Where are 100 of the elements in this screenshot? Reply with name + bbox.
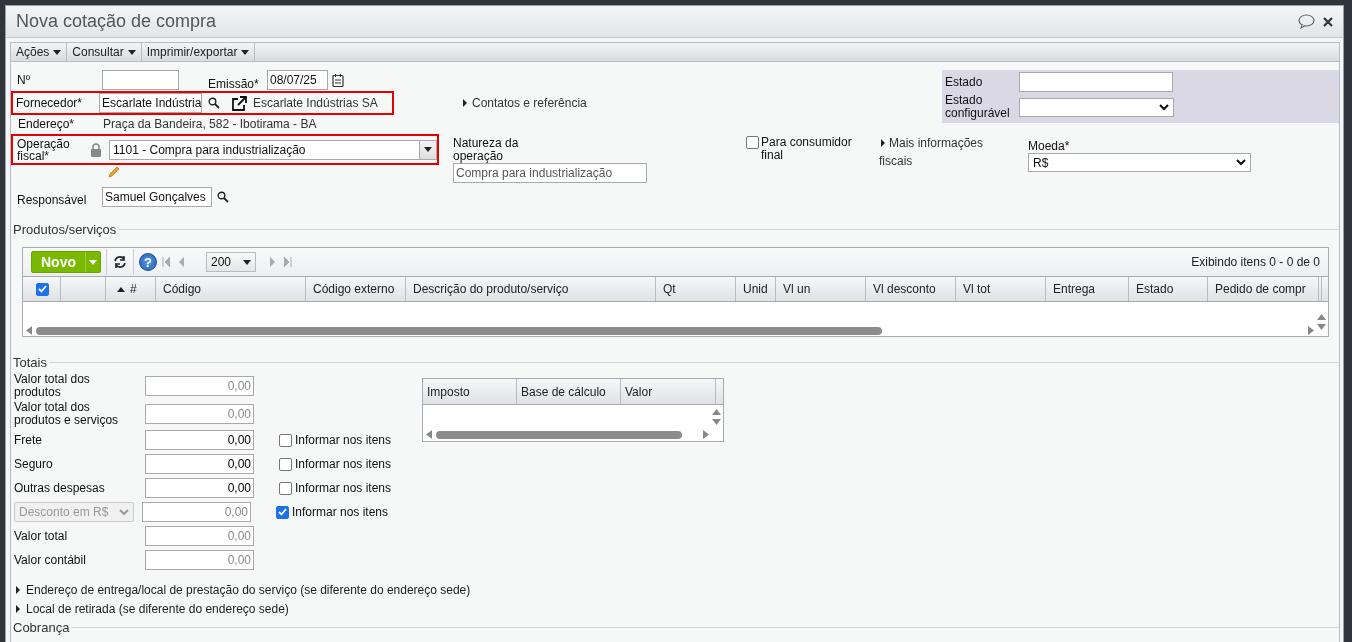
menu-button[interactable]: Imprimir/exportar bbox=[141, 43, 256, 61]
field-label: Estado configurável bbox=[945, 94, 1011, 120]
checkbox[interactable] bbox=[279, 433, 292, 447]
checkbox-label: Informar nos itens bbox=[295, 433, 392, 447]
previous-page-icon[interactable] bbox=[178, 257, 184, 267]
column-header[interactable]: Base de cálculo bbox=[517, 379, 621, 404]
column-header[interactable]: Valor bbox=[621, 379, 716, 404]
column-header[interactable]: Descrição do produto/serviço bbox=[406, 277, 656, 301]
supplier-field[interactable]: Escarlate Indústria bbox=[99, 93, 202, 113]
scroll-up-icon[interactable] bbox=[711, 409, 721, 415]
first-page-icon[interactable] bbox=[162, 257, 170, 267]
column-header[interactable]: Código bbox=[156, 277, 306, 301]
field-label: Natureza da operação bbox=[453, 137, 520, 163]
chevron-down-icon bbox=[119, 508, 129, 516]
search-icon[interactable] bbox=[217, 191, 229, 203]
number-field[interactable] bbox=[102, 70, 179, 90]
amount-field: 0,00 bbox=[145, 550, 254, 570]
column-header[interactable]: Entrega bbox=[1046, 277, 1129, 301]
column-header[interactable]: Estado bbox=[1129, 277, 1208, 301]
column-header[interactable]: Qt bbox=[656, 277, 736, 301]
page-size-dropdown[interactable]: 200 bbox=[206, 252, 257, 272]
field-label: Valor total dos produtos bbox=[13, 373, 91, 399]
amount-field[interactable]: 0,00 bbox=[145, 454, 254, 474]
field-label: Frete bbox=[13, 433, 43, 447]
calendar-icon[interactable] bbox=[332, 73, 344, 87]
column-header[interactable]: Unid bbox=[736, 277, 776, 301]
refresh-icon[interactable] bbox=[112, 255, 128, 269]
last-page-icon[interactable] bbox=[284, 257, 293, 267]
supplier-name: Escarlate Indústrias SA bbox=[253, 96, 378, 110]
more-info-link[interactable]: Mais informações fiscais bbox=[879, 134, 1004, 170]
checkbox[interactable] bbox=[746, 136, 759, 149]
checkbox-label: Informar nos itens bbox=[295, 457, 392, 471]
column-header[interactable]: # bbox=[130, 282, 137, 296]
collapsed-arrow-icon[interactable] bbox=[16, 604, 20, 613]
scroll-up-icon[interactable] bbox=[1316, 314, 1326, 320]
scrollbar-thumb[interactable] bbox=[436, 431, 682, 439]
pencil-icon[interactable] bbox=[107, 165, 121, 179]
help-button[interactable]: ? bbox=[139, 253, 157, 271]
scrollbar-thumb[interactable] bbox=[36, 327, 882, 335]
field-label: Operação fiscal* bbox=[16, 137, 71, 162]
status-field[interactable] bbox=[1019, 72, 1173, 92]
column-header[interactable]: Vl desconto bbox=[866, 277, 956, 301]
section-link[interactable]: Endereço de entrega/local de prestação do serviço (se diferente do endereço sede) bbox=[26, 582, 471, 597]
field-label: Emissão* bbox=[208, 77, 260, 91]
collapsed-arrow-icon[interactable] bbox=[16, 585, 20, 594]
checkbox-label: Para consumidor final bbox=[761, 136, 853, 164]
field-label: Valor contábil bbox=[13, 553, 87, 567]
section-link[interactable]: Local de retirada (se diferente do endereço sede) bbox=[26, 601, 289, 616]
next-page-icon[interactable] bbox=[270, 257, 277, 267]
checkmark-icon bbox=[38, 285, 47, 293]
scroll-right-icon[interactable] bbox=[703, 430, 709, 439]
checkbox[interactable] bbox=[279, 481, 292, 495]
window-title: Nova cotação de compra bbox=[16, 11, 218, 32]
address-text: Praça da Bandeira, 582 - Ibotirama - BA bbox=[103, 117, 317, 131]
contacts-link[interactable]: Contatos e referência bbox=[472, 96, 587, 110]
close-icon[interactable] bbox=[1323, 16, 1333, 27]
scroll-left-icon[interactable] bbox=[426, 430, 432, 439]
amount-field: 0,00 bbox=[142, 502, 251, 522]
amount-field: 0,00 bbox=[145, 376, 254, 396]
scroll-down-icon[interactable] bbox=[1316, 324, 1326, 330]
currency-dropdown[interactable]: R$ bbox=[1028, 153, 1251, 172]
checkbox[interactable] bbox=[276, 505, 289, 519]
status-dropdown[interactable] bbox=[1019, 97, 1174, 117]
date-field[interactable]: 08/07/25 bbox=[267, 70, 328, 90]
external-link-icon[interactable] bbox=[231, 95, 247, 111]
collapsed-arrow-icon[interactable] bbox=[881, 139, 885, 147]
select-all-checkbox[interactable] bbox=[36, 282, 49, 296]
checkmark-icon bbox=[278, 508, 287, 516]
caret-icon bbox=[241, 49, 250, 55]
chevron-down-icon bbox=[1159, 103, 1169, 111]
scroll-right-icon[interactable] bbox=[1308, 326, 1314, 335]
caret-icon bbox=[53, 49, 62, 55]
field-label: Endereço* bbox=[17, 117, 76, 131]
amount-field: 0,00 bbox=[145, 404, 254, 424]
amount-field[interactable]: 0,00 bbox=[145, 430, 254, 450]
field-label: Seguro bbox=[13, 457, 54, 471]
caret-icon bbox=[424, 147, 432, 152]
fiscal-operation-dropdown[interactable]: 1101 - Compra para industrialização bbox=[109, 139, 437, 160]
column-header[interactable]: Vl un bbox=[776, 277, 866, 301]
collapsed-arrow-icon[interactable] bbox=[463, 99, 467, 107]
responsible-field[interactable]: Samuel Gonçalves bbox=[102, 187, 212, 207]
column-header[interactable]: Vl tot bbox=[956, 277, 1046, 301]
section-title: Totais bbox=[13, 355, 47, 370]
column-header[interactable]: Pedido de compr bbox=[1208, 277, 1319, 301]
column-header[interactable]: Código externo bbox=[306, 277, 406, 301]
scroll-down-icon[interactable] bbox=[711, 419, 721, 425]
field-label: Valor total dos produtos e serviços bbox=[13, 401, 120, 427]
chevron-down-icon bbox=[1236, 159, 1246, 166]
column-header[interactable]: Imposto bbox=[423, 379, 517, 404]
menu-button[interactable]: Consultar bbox=[67, 43, 142, 61]
menu-button[interactable]: Ações bbox=[11, 43, 68, 61]
scroll-left-icon[interactable] bbox=[26, 326, 32, 335]
search-icon[interactable] bbox=[208, 97, 220, 109]
field-label: Fornecedor* bbox=[15, 96, 84, 110]
caret-icon bbox=[243, 259, 252, 265]
chat-bubble-icon[interactable] bbox=[1298, 14, 1315, 29]
field-label: Moeda* bbox=[1028, 139, 1071, 153]
checkbox-label: Informar nos itens bbox=[292, 505, 389, 519]
checkbox[interactable] bbox=[279, 457, 292, 471]
amount-field[interactable]: 0,00 bbox=[145, 478, 254, 498]
